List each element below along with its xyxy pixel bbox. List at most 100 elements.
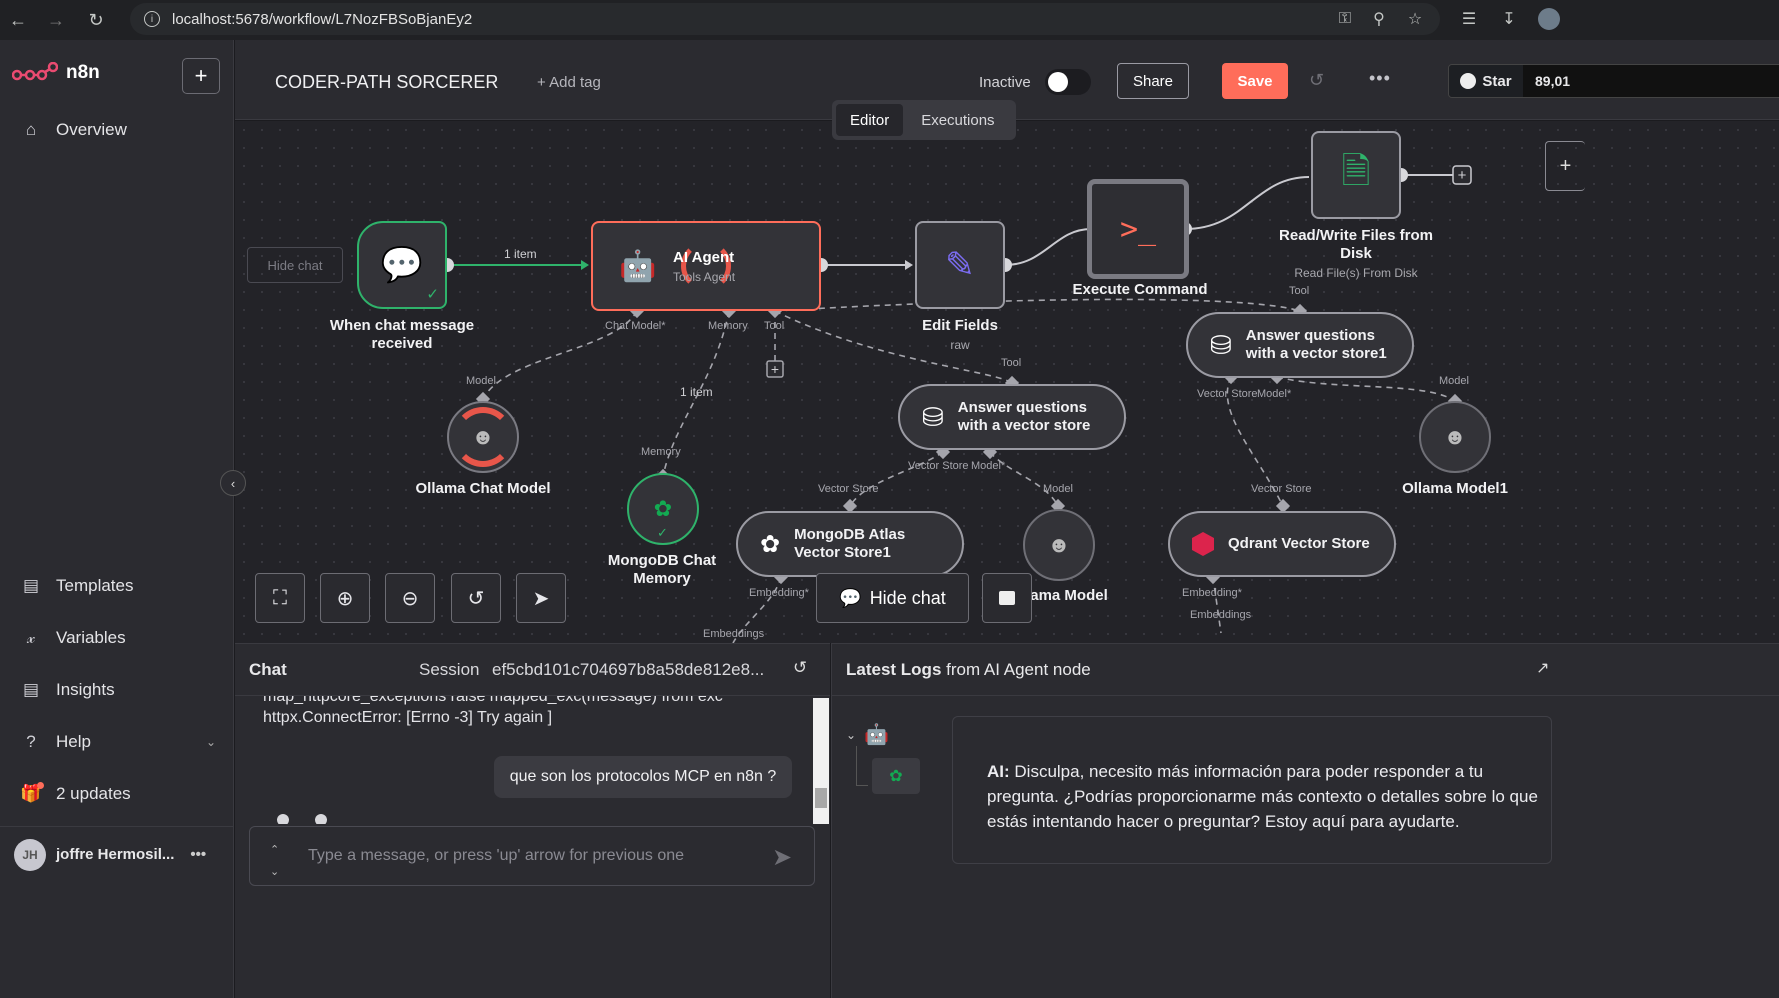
sidebar-item-help[interactable]: ? Help ⌄ (20, 732, 216, 752)
port-label-tool: Tool (764, 320, 785, 332)
add-button[interactable]: + (182, 58, 220, 94)
chevron-down-icon[interactable]: ⌄ (846, 728, 856, 742)
history-icon[interactable]: ↺ (1309, 70, 1324, 91)
add-node-edge-button[interactable]: + (1545, 141, 1585, 191)
reset-session-icon[interactable]: ↺ (793, 658, 807, 678)
variables-icon: 𝓍 (26, 628, 35, 647)
node-ollama-model1[interactable]: ☻ (1419, 401, 1491, 473)
chat-title: Chat (249, 660, 287, 679)
session-label: Session (419, 660, 480, 679)
port-label-embedding: Embedding* (1182, 587, 1242, 599)
zoom-icon[interactable]: ⚲ (1366, 6, 1392, 32)
address-bar[interactable]: i localhost:5678/workflow/L7NozFBSoBjanE… (130, 3, 1440, 35)
scrollbar-thumb[interactable] (815, 788, 827, 808)
collapse-sidebar-button[interactable]: ‹ (220, 470, 246, 496)
node-label-line: Disk (1340, 245, 1372, 262)
add-tag-link[interactable]: + Add tag (537, 74, 601, 91)
node-label: Edit Fields (922, 317, 998, 334)
edge-item-count: 1 item (680, 385, 713, 399)
share-button[interactable]: Share (1117, 63, 1189, 99)
pill-line: Vector Store1 (794, 544, 891, 561)
chat-scrollbar[interactable] (813, 698, 829, 824)
download-icon[interactable]: ↧ (1496, 6, 1522, 32)
github-star-label: Star (1482, 72, 1512, 90)
open-logs-icon[interactable]: ↗ (1536, 658, 1549, 678)
node-label: MongoDB Chat Memory (587, 552, 737, 588)
hide-chat-ghost-button[interactable]: Hide chat (247, 247, 343, 283)
node-ai-agent[interactable]: 🤖 AI Agent Tools Agent (591, 221, 821, 311)
sidebar-item-updates[interactable]: 🎁 2 updates (20, 782, 131, 804)
mongodb-memory-icon[interactable]: ✿ (872, 758, 920, 794)
node-execute-command[interactable]: >_ (1087, 179, 1189, 279)
n8n-logo-icon (12, 62, 58, 81)
save-button[interactable]: Save (1222, 63, 1288, 99)
zoom-in-button[interactable]: ⊕ (320, 573, 370, 623)
session-id[interactable]: ef5cbd101c704697b8a58de812e8... (492, 660, 764, 680)
n8n-logo[interactable]: n8n (12, 62, 100, 84)
zoom-out-icon: ⊖ (401, 587, 419, 610)
undo-icon: ↺ (467, 587, 485, 610)
agent-title: AI Agent (673, 249, 735, 266)
pill-line: Qdrant Vector Store (1228, 535, 1370, 552)
tab-editor[interactable]: Editor (836, 104, 904, 136)
github-star-button[interactable]: Star (1449, 65, 1523, 97)
node-ollama-chat-model[interactable]: ☻ (447, 401, 519, 473)
help-icon: ? (26, 732, 36, 751)
hide-chat-button[interactable]: 💬 Hide chat (816, 573, 969, 623)
sidebar-item-variables[interactable]: 𝓍 Variables (20, 628, 126, 648)
sidebar-item-label: Insights (56, 680, 115, 699)
reload-icon[interactable]: ↻ (78, 2, 114, 38)
more-options-icon[interactable]: ••• (190, 846, 206, 863)
success-check-icon: ✓ (426, 286, 439, 303)
workflow-name[interactable]: CODER-PATH SORCERER (275, 72, 498, 93)
fit-view-icon: ⛶ (273, 586, 287, 609)
sidebar-item-templates[interactable]: ▤ Templates (20, 576, 134, 596)
zoom-out-button[interactable]: ⊖ (385, 573, 435, 623)
port-label-model: Model (466, 375, 496, 387)
profile-icon[interactable] (1536, 6, 1562, 32)
leaf-icon: ✿ (653, 496, 673, 521)
port-label-model-required: Model* (971, 460, 1006, 472)
node-chat-trigger[interactable]: 💬 ✓ (357, 221, 447, 309)
forward-icon[interactable]: → (38, 2, 74, 38)
fit-view-button[interactable]: ⛶ (255, 573, 305, 623)
back-icon[interactable]: ← (0, 2, 36, 38)
logs-toggle-button[interactable] (982, 573, 1032, 623)
node-label: Ollama Model1 (1402, 480, 1508, 497)
more-options-icon[interactable]: ••• (1369, 68, 1391, 89)
node-read-write-files[interactable]: 🗎 (1311, 131, 1401, 219)
tidy-up-button[interactable]: ➤ (516, 573, 566, 623)
node-qdrant-vector-store[interactable]: Qdrant Vector Store (1168, 511, 1396, 577)
node-mongodb-chat-memory[interactable]: ✿ ✓ (627, 473, 699, 545)
sidebar-item-label: Variables (56, 628, 126, 647)
history-arrows-icon[interactable]: ⌃ ⌄ (270, 839, 279, 883)
active-toggle[interactable] (1045, 69, 1091, 95)
workflow-canvas[interactable]: + + Hide chat 💬 ✓ When chat message rece… (235, 121, 1779, 643)
user-message: que son los protocolos MCP en n8n ? (494, 756, 792, 798)
sidebar: n8n + ⌂ Overview ▤ Templates 𝓍 Variables… (0, 40, 234, 998)
node-edit-fields[interactable]: ✎ (915, 221, 1005, 309)
star-icon[interactable]: ☆ (1402, 6, 1428, 32)
robot-icon[interactable]: 🤖 (864, 722, 889, 747)
sidebar-item-overview[interactable]: ⌂ Overview (20, 120, 127, 140)
logs-title-bold: Latest Logs (846, 660, 942, 679)
user-menu[interactable]: JH joffre Hermosil... ••• (0, 826, 234, 882)
node-mongodb-atlas-vector-store1[interactable]: ✿ MongoDB Atlas Vector Store1 (736, 511, 964, 577)
node-label: When chat message received (317, 317, 487, 353)
tab-executions[interactable]: Executions (907, 104, 1008, 136)
node-answer-questions-vector-store1[interactable]: ⛁ Answer questions with a vector store1 (1186, 312, 1414, 378)
send-icon[interactable]: ➤ (772, 843, 792, 872)
chat-input[interactable]: ⌃ ⌄ Type a message, or press 'up' arrow f… (249, 826, 815, 886)
loading-spinner-icon (453, 407, 513, 467)
media-icon[interactable]: ☰ (1456, 6, 1482, 32)
node-answer-questions-vector-store[interactable]: ⛁ Answer questions with a vector store (898, 384, 1126, 450)
key-icon[interactable]: ⚿ (1332, 6, 1358, 32)
github-star-widget[interactable]: Star 89,01 (1448, 64, 1779, 98)
status-label: Inactive (979, 74, 1031, 91)
reset-zoom-button[interactable]: ↺ (451, 573, 501, 623)
node-ollama-model[interactable]: ☻ (1023, 509, 1095, 581)
sidebar-item-insights[interactable]: ▤ Insights (20, 680, 115, 700)
node-label-line: received (371, 335, 433, 352)
site-info-icon[interactable]: i (144, 11, 160, 27)
chat-icon: 💬 (839, 587, 862, 608)
